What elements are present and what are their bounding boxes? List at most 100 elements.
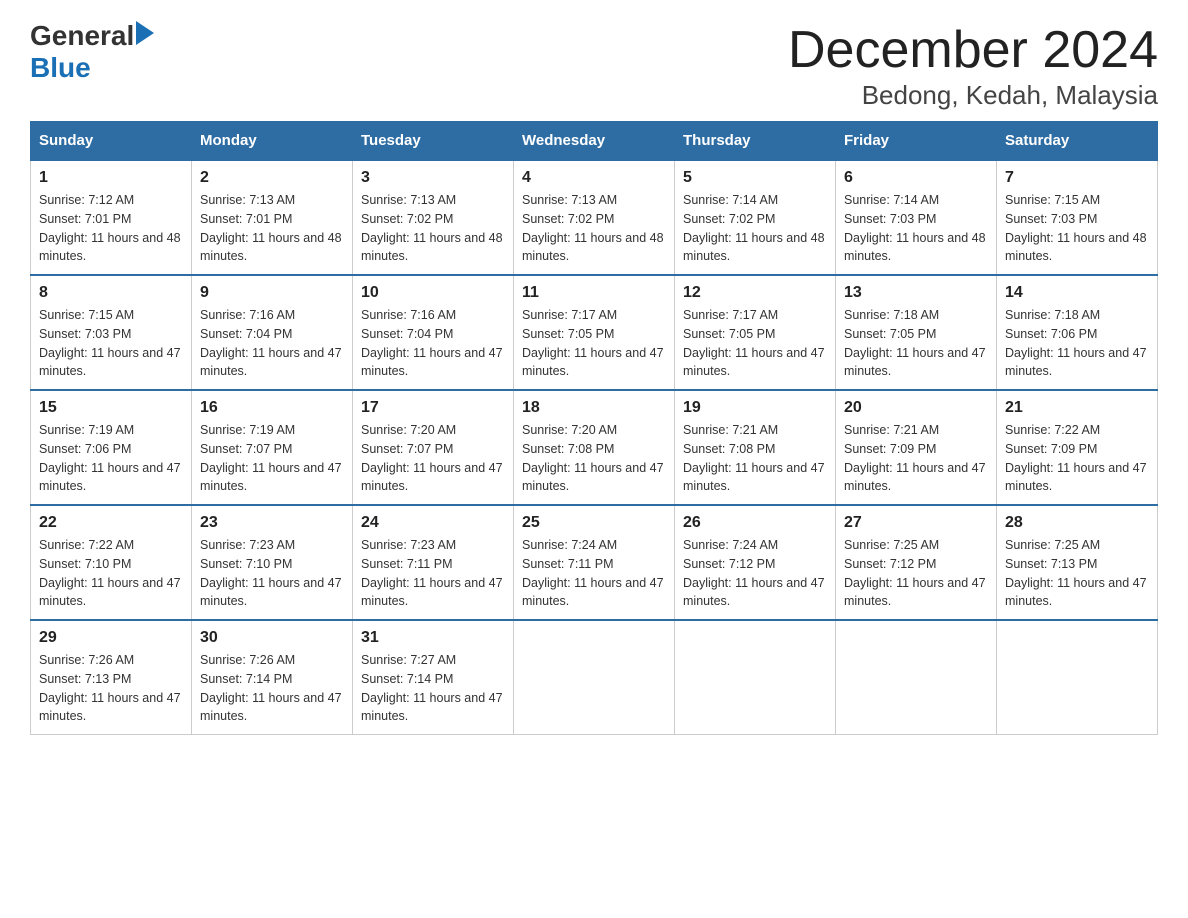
table-row: 20 Sunrise: 7:21 AMSunset: 7:09 PMDaylig…: [836, 390, 997, 505]
table-row: 15 Sunrise: 7:19 AMSunset: 7:06 PMDaylig…: [31, 390, 192, 505]
header-tuesday: Tuesday: [353, 122, 514, 161]
table-row: 2 Sunrise: 7:13 AMSunset: 7:01 PMDayligh…: [192, 160, 353, 275]
table-row: 22 Sunrise: 7:22 AMSunset: 7:10 PMDaylig…: [31, 505, 192, 620]
table-row: 12 Sunrise: 7:17 AMSunset: 7:05 PMDaylig…: [675, 275, 836, 390]
calendar-subtitle: Bedong, Kedah, Malaysia: [788, 80, 1158, 111]
day-info: Sunrise: 7:17 AMSunset: 7:05 PMDaylight:…: [522, 306, 666, 381]
logo-blue-text: Blue: [30, 52, 154, 84]
day-number: 26: [683, 514, 827, 532]
day-info: Sunrise: 7:16 AMSunset: 7:04 PMDaylight:…: [361, 306, 505, 381]
table-row: 27 Sunrise: 7:25 AMSunset: 7:12 PMDaylig…: [836, 505, 997, 620]
day-info: Sunrise: 7:15 AMSunset: 7:03 PMDaylight:…: [1005, 191, 1149, 266]
day-number: 18: [522, 399, 666, 417]
logo-triangle-icon: [136, 21, 154, 45]
calendar-week-row: 22 Sunrise: 7:22 AMSunset: 7:10 PMDaylig…: [31, 505, 1158, 620]
day-number: 19: [683, 399, 827, 417]
table-row: [836, 620, 997, 735]
day-info: Sunrise: 7:21 AMSunset: 7:09 PMDaylight:…: [844, 421, 988, 496]
calendar-table: Sunday Monday Tuesday Wednesday Thursday…: [30, 121, 1158, 735]
table-row: 4 Sunrise: 7:13 AMSunset: 7:02 PMDayligh…: [514, 160, 675, 275]
calendar-header-row: Sunday Monday Tuesday Wednesday Thursday…: [31, 122, 1158, 161]
day-info: Sunrise: 7:21 AMSunset: 7:08 PMDaylight:…: [683, 421, 827, 496]
logo: General Blue: [30, 20, 154, 84]
table-row: [997, 620, 1158, 735]
table-row: 6 Sunrise: 7:14 AMSunset: 7:03 PMDayligh…: [836, 160, 997, 275]
day-number: 2: [200, 169, 344, 187]
day-number: 28: [1005, 514, 1149, 532]
logo-general-text: General: [30, 20, 134, 52]
day-number: 7: [1005, 169, 1149, 187]
day-number: 3: [361, 169, 505, 187]
header-friday: Friday: [836, 122, 997, 161]
day-number: 22: [39, 514, 183, 532]
table-row: 5 Sunrise: 7:14 AMSunset: 7:02 PMDayligh…: [675, 160, 836, 275]
day-number: 8: [39, 284, 183, 302]
day-info: Sunrise: 7:23 AMSunset: 7:10 PMDaylight:…: [200, 536, 344, 611]
day-info: Sunrise: 7:19 AMSunset: 7:06 PMDaylight:…: [39, 421, 183, 496]
day-number: 24: [361, 514, 505, 532]
day-number: 10: [361, 284, 505, 302]
day-number: 29: [39, 629, 183, 647]
day-info: Sunrise: 7:18 AMSunset: 7:05 PMDaylight:…: [844, 306, 988, 381]
table-row: 31 Sunrise: 7:27 AMSunset: 7:14 PMDaylig…: [353, 620, 514, 735]
day-info: Sunrise: 7:18 AMSunset: 7:06 PMDaylight:…: [1005, 306, 1149, 381]
day-info: Sunrise: 7:27 AMSunset: 7:14 PMDaylight:…: [361, 651, 505, 726]
table-row: 3 Sunrise: 7:13 AMSunset: 7:02 PMDayligh…: [353, 160, 514, 275]
table-row: 11 Sunrise: 7:17 AMSunset: 7:05 PMDaylig…: [514, 275, 675, 390]
header-saturday: Saturday: [997, 122, 1158, 161]
table-row: [675, 620, 836, 735]
day-number: 20: [844, 399, 988, 417]
day-number: 5: [683, 169, 827, 187]
table-row: 25 Sunrise: 7:24 AMSunset: 7:11 PMDaylig…: [514, 505, 675, 620]
day-info: Sunrise: 7:20 AMSunset: 7:07 PMDaylight:…: [361, 421, 505, 496]
day-info: Sunrise: 7:19 AMSunset: 7:07 PMDaylight:…: [200, 421, 344, 496]
day-info: Sunrise: 7:22 AMSunset: 7:09 PMDaylight:…: [1005, 421, 1149, 496]
table-row: 13 Sunrise: 7:18 AMSunset: 7:05 PMDaylig…: [836, 275, 997, 390]
day-info: Sunrise: 7:16 AMSunset: 7:04 PMDaylight:…: [200, 306, 344, 381]
table-row: 18 Sunrise: 7:20 AMSunset: 7:08 PMDaylig…: [514, 390, 675, 505]
calendar-week-row: 8 Sunrise: 7:15 AMSunset: 7:03 PMDayligh…: [31, 275, 1158, 390]
day-number: 15: [39, 399, 183, 417]
calendar-week-row: 15 Sunrise: 7:19 AMSunset: 7:06 PMDaylig…: [31, 390, 1158, 505]
day-info: Sunrise: 7:17 AMSunset: 7:05 PMDaylight:…: [683, 306, 827, 381]
day-number: 9: [200, 284, 344, 302]
table-row: 8 Sunrise: 7:15 AMSunset: 7:03 PMDayligh…: [31, 275, 192, 390]
day-info: Sunrise: 7:15 AMSunset: 7:03 PMDaylight:…: [39, 306, 183, 381]
table-row: 10 Sunrise: 7:16 AMSunset: 7:04 PMDaylig…: [353, 275, 514, 390]
header-wednesday: Wednesday: [514, 122, 675, 161]
table-row: [514, 620, 675, 735]
table-row: 24 Sunrise: 7:23 AMSunset: 7:11 PMDaylig…: [353, 505, 514, 620]
day-info: Sunrise: 7:24 AMSunset: 7:12 PMDaylight:…: [683, 536, 827, 611]
header-sunday: Sunday: [31, 122, 192, 161]
day-info: Sunrise: 7:23 AMSunset: 7:11 PMDaylight:…: [361, 536, 505, 611]
day-info: Sunrise: 7:22 AMSunset: 7:10 PMDaylight:…: [39, 536, 183, 611]
day-number: 13: [844, 284, 988, 302]
day-number: 14: [1005, 284, 1149, 302]
day-info: Sunrise: 7:26 AMSunset: 7:13 PMDaylight:…: [39, 651, 183, 726]
calendar-week-row: 1 Sunrise: 7:12 AMSunset: 7:01 PMDayligh…: [31, 160, 1158, 275]
table-row: 7 Sunrise: 7:15 AMSunset: 7:03 PMDayligh…: [997, 160, 1158, 275]
table-row: 23 Sunrise: 7:23 AMSunset: 7:10 PMDaylig…: [192, 505, 353, 620]
day-info: Sunrise: 7:13 AMSunset: 7:02 PMDaylight:…: [361, 191, 505, 266]
day-info: Sunrise: 7:26 AMSunset: 7:14 PMDaylight:…: [200, 651, 344, 726]
day-info: Sunrise: 7:13 AMSunset: 7:01 PMDaylight:…: [200, 191, 344, 266]
day-number: 25: [522, 514, 666, 532]
table-row: 26 Sunrise: 7:24 AMSunset: 7:12 PMDaylig…: [675, 505, 836, 620]
day-number: 1: [39, 169, 183, 187]
day-info: Sunrise: 7:13 AMSunset: 7:02 PMDaylight:…: [522, 191, 666, 266]
title-block: December 2024 Bedong, Kedah, Malaysia: [788, 20, 1158, 111]
day-info: Sunrise: 7:24 AMSunset: 7:11 PMDaylight:…: [522, 536, 666, 611]
table-row: 17 Sunrise: 7:20 AMSunset: 7:07 PMDaylig…: [353, 390, 514, 505]
page-header: General Blue December 2024 Bedong, Kedah…: [30, 20, 1158, 111]
day-number: 11: [522, 284, 666, 302]
table-row: 21 Sunrise: 7:22 AMSunset: 7:09 PMDaylig…: [997, 390, 1158, 505]
table-row: 14 Sunrise: 7:18 AMSunset: 7:06 PMDaylig…: [997, 275, 1158, 390]
day-number: 23: [200, 514, 344, 532]
day-info: Sunrise: 7:25 AMSunset: 7:13 PMDaylight:…: [1005, 536, 1149, 611]
day-info: Sunrise: 7:12 AMSunset: 7:01 PMDaylight:…: [39, 191, 183, 266]
day-number: 16: [200, 399, 344, 417]
table-row: 19 Sunrise: 7:21 AMSunset: 7:08 PMDaylig…: [675, 390, 836, 505]
table-row: 16 Sunrise: 7:19 AMSunset: 7:07 PMDaylig…: [192, 390, 353, 505]
day-number: 4: [522, 169, 666, 187]
header-monday: Monday: [192, 122, 353, 161]
